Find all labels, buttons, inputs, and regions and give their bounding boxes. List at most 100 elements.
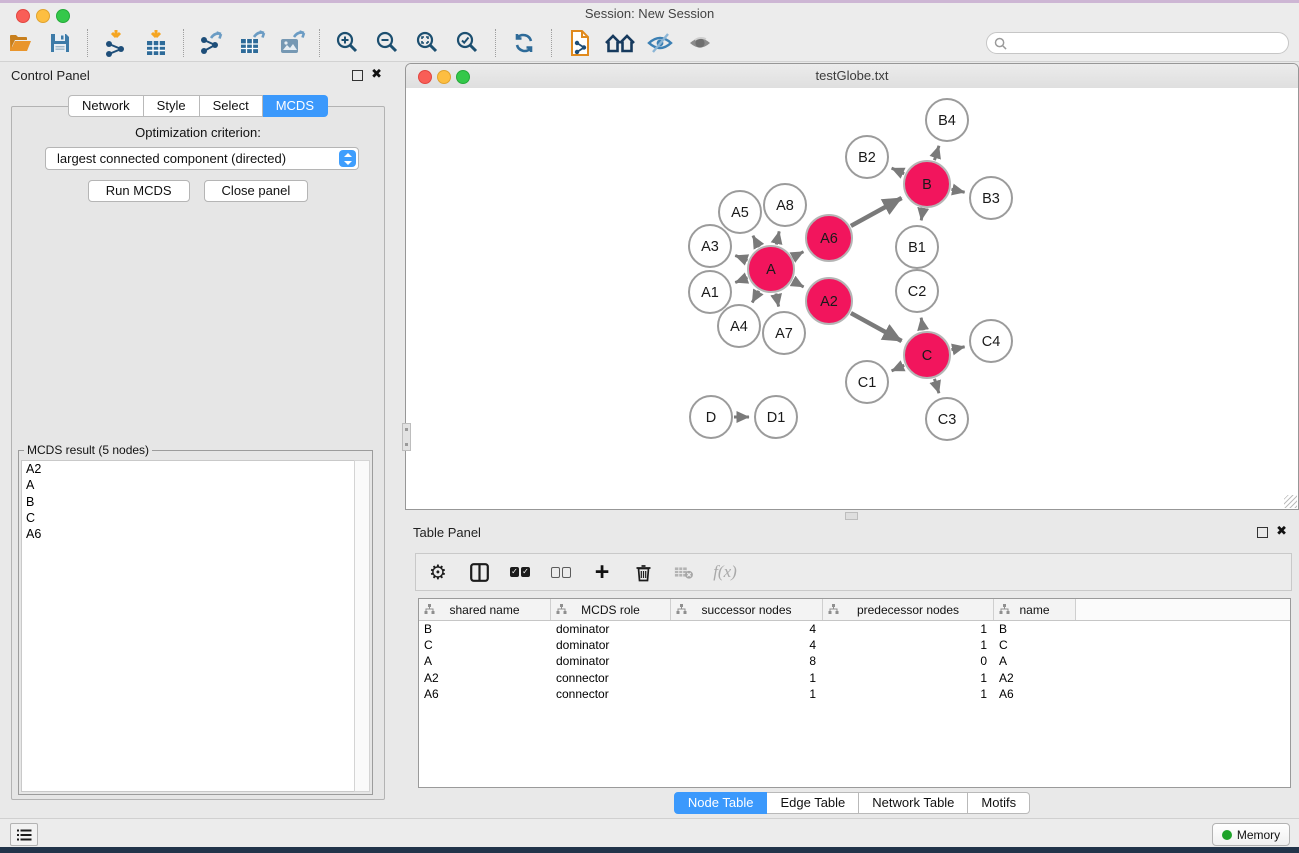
import-table-icon[interactable] xyxy=(141,28,171,58)
toolbar-search[interactable] xyxy=(986,32,1289,54)
graph-node-A6[interactable]: A6 xyxy=(806,215,852,261)
column-header-name[interactable]: name xyxy=(994,599,1076,620)
table-cell-shared_name[interactable]: B xyxy=(419,621,551,637)
float-table-panel-icon[interactable] xyxy=(1257,527,1268,538)
show-graphics-details-icon[interactable] xyxy=(685,28,715,58)
graph-node-B1[interactable]: B1 xyxy=(896,226,938,268)
graph-node-C[interactable]: C xyxy=(904,332,950,378)
graph-node-A3[interactable]: A3 xyxy=(689,225,731,267)
open-session-icon[interactable] xyxy=(5,28,35,58)
graph-edge-A-A8[interactable] xyxy=(776,231,779,244)
table-cell-shared_name[interactable]: A6 xyxy=(419,686,551,702)
graph-edge-B-B3[interactable] xyxy=(951,189,964,192)
column-header-predecessor_nodes[interactable]: predecessor nodes xyxy=(823,599,994,620)
graph-node-A7[interactable]: A7 xyxy=(763,312,805,354)
column-header-successor_nodes[interactable]: successor nodes xyxy=(671,599,823,620)
table-cell-mcds_role[interactable]: dominator xyxy=(551,653,671,669)
optimization-criterion-select[interactable]: largest connected component (directed) xyxy=(45,147,359,170)
zoom-fit-icon[interactable] xyxy=(413,28,443,58)
table-row[interactable]: A2connector11A2 xyxy=(419,670,1290,686)
tab-style[interactable]: Style xyxy=(144,95,200,117)
column-visibility-icon[interactable] xyxy=(469,561,489,583)
graph-edge-C-C2[interactable] xyxy=(921,318,923,331)
graph-node-A5[interactable]: A5 xyxy=(719,191,761,233)
zoom-in-icon[interactable] xyxy=(333,28,363,58)
graph-edge-B-B1[interactable] xyxy=(921,209,923,221)
export-network-icon[interactable] xyxy=(197,28,227,58)
delete-columns-icon[interactable] xyxy=(633,561,653,583)
tab-node-table[interactable]: Node Table xyxy=(674,792,768,814)
table-cell-shared_name[interactable]: A2 xyxy=(419,670,551,686)
column-header-mcds_role[interactable]: MCDS role xyxy=(551,599,671,620)
table-row[interactable]: Cdominator41C xyxy=(419,637,1290,653)
graph-node-B4[interactable]: B4 xyxy=(926,99,968,141)
graph-edge-C-C4[interactable] xyxy=(951,347,964,350)
table-cell-name[interactable]: A2 xyxy=(994,670,1076,686)
table-cell-successor_nodes[interactable]: 8 xyxy=(671,653,823,669)
refresh-icon[interactable] xyxy=(509,28,539,58)
zoom-selected-icon[interactable] xyxy=(453,28,483,58)
table-cell-shared_name[interactable]: C xyxy=(419,637,551,653)
graph-node-C1[interactable]: C1 xyxy=(846,361,888,403)
table-cell-name[interactable]: A xyxy=(994,653,1076,669)
search-input[interactable] xyxy=(1011,35,1288,51)
float-panel-icon[interactable] xyxy=(352,70,363,81)
table-cell-mcds_role[interactable]: connector xyxy=(551,686,671,702)
graph-edge-B-B4[interactable] xyxy=(934,146,938,160)
tab-mcds[interactable]: MCDS xyxy=(263,95,328,117)
export-image-icon[interactable] xyxy=(277,28,307,58)
table-cell-mcds_role[interactable]: dominator xyxy=(551,637,671,653)
table-cell-successor_nodes[interactable]: 4 xyxy=(671,621,823,637)
graph-node-C3[interactable]: C3 xyxy=(926,398,968,440)
graph-edge-C-C1[interactable] xyxy=(892,365,905,371)
hide-graphics-details-icon[interactable] xyxy=(645,28,675,58)
table-cell-mcds_role[interactable]: dominator xyxy=(551,621,671,637)
network-canvas[interactable]: B4B2BB3A8A5A6A3B1AA1C2A2A4A7C4CC1C3DD1 xyxy=(406,88,1298,509)
memory-button[interactable]: Memory xyxy=(1212,823,1290,846)
network-from-file-icon[interactable] xyxy=(565,28,595,58)
window-resize-grip[interactable] xyxy=(1284,495,1297,508)
graph-edge-A-A6[interactable] xyxy=(793,252,803,258)
graph-edge-A2-C[interactable] xyxy=(851,313,902,341)
mcds-result-list[interactable]: A2ABCA6 xyxy=(21,460,356,792)
function-builder-icon[interactable]: f(x) xyxy=(715,561,735,583)
mcds-result-item[interactable]: C xyxy=(22,510,355,526)
graph-node-B2[interactable]: B2 xyxy=(846,136,888,178)
close-table-panel-icon[interactable]: ✖ xyxy=(1276,524,1287,538)
graph-edge-A-A3[interactable] xyxy=(735,256,747,261)
task-history-button[interactable] xyxy=(10,823,38,846)
home-icon[interactable] xyxy=(605,28,635,58)
table-cell-predecessor_nodes[interactable]: 0 xyxy=(823,653,994,669)
graph-node-B[interactable]: B xyxy=(904,161,950,207)
graph-edge-A-A7[interactable] xyxy=(776,293,779,306)
deselect-all-icon[interactable] xyxy=(551,561,571,583)
table-row[interactable]: A6connector11A6 xyxy=(419,686,1290,702)
graph-node-C4[interactable]: C4 xyxy=(970,320,1012,362)
table-cell-name[interactable]: B xyxy=(994,621,1076,637)
mcds-result-item[interactable]: A xyxy=(22,477,355,493)
import-network-icon[interactable] xyxy=(101,28,131,58)
tab-motifs[interactable]: Motifs xyxy=(968,792,1030,814)
run-mcds-button[interactable]: Run MCDS xyxy=(88,180,190,202)
graph-edge-A-A2[interactable] xyxy=(793,281,804,287)
graph-node-A4[interactable]: A4 xyxy=(718,305,760,347)
table-cell-predecessor_nodes[interactable]: 1 xyxy=(823,637,994,653)
graph-node-C2[interactable]: C2 xyxy=(896,270,938,312)
tab-network-table[interactable]: Network Table xyxy=(859,792,968,814)
graph-edge-A-A5[interactable] xyxy=(753,236,759,247)
graph-node-D[interactable]: D xyxy=(690,396,732,438)
table-cell-predecessor_nodes[interactable]: 1 xyxy=(823,686,994,702)
export-table-icon[interactable] xyxy=(237,28,267,58)
splitter-handle-bottom[interactable] xyxy=(845,512,858,520)
table-cell-mcds_role[interactable]: connector xyxy=(551,670,671,686)
mcds-result-item[interactable]: B xyxy=(22,494,355,510)
close-panel-icon[interactable]: ✖ xyxy=(371,67,382,81)
table-cell-name[interactable]: C xyxy=(994,637,1076,653)
tab-network[interactable]: Network xyxy=(68,95,144,117)
mcds-result-item[interactable]: A2 xyxy=(22,461,355,477)
zoom-out-icon[interactable] xyxy=(373,28,403,58)
table-cell-successor_nodes[interactable]: 4 xyxy=(671,637,823,653)
graph-node-D1[interactable]: D1 xyxy=(755,396,797,438)
result-scrollbar[interactable] xyxy=(354,460,370,792)
mcds-result-item[interactable]: A6 xyxy=(22,526,355,542)
